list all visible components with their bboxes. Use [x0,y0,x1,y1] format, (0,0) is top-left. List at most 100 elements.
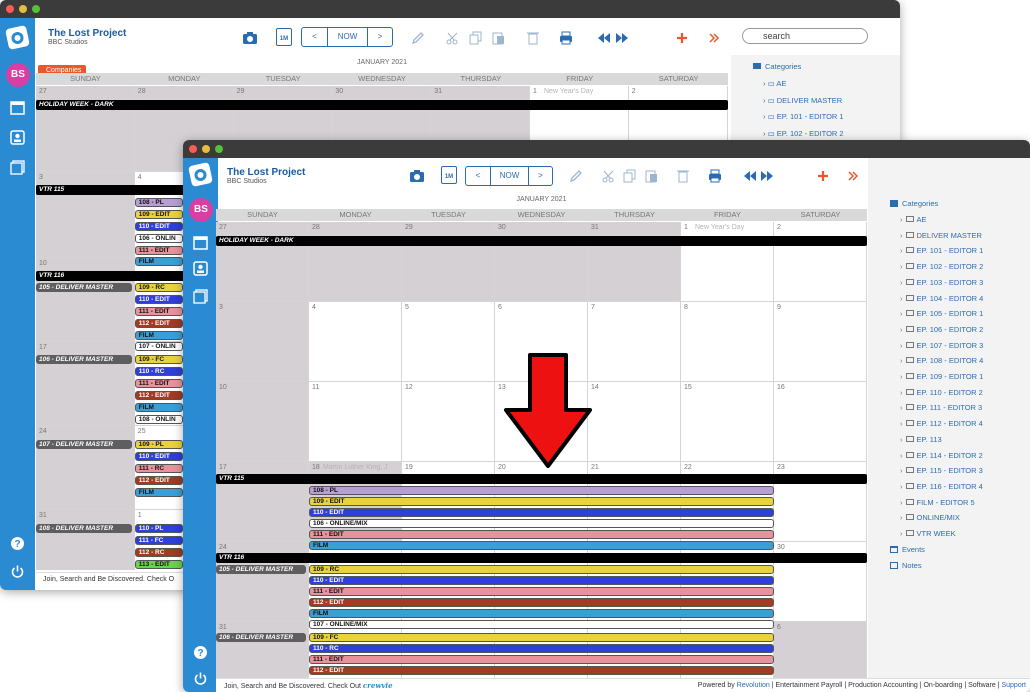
day-cell[interactable]: 3 [216,302,309,382]
fast-forward-icon[interactable] [759,168,775,184]
event-bar[interactable]: 112 - EDIT [134,391,183,400]
category-item[interactable]: › ▭ DELIVER MASTER [763,96,842,105]
trash-icon[interactable] [675,168,691,184]
next-button[interactable]: > [529,167,552,185]
category-item[interactable]: › EP. 101 - EDITOR 1 [900,246,983,255]
prev-button[interactable]: < [302,28,328,46]
event-bar[interactable]: 112 - EDIT [309,598,774,607]
category-item[interactable]: › FILM - EDITOR 5 [900,498,975,507]
crewvie-link[interactable]: crewvie [363,681,393,690]
category-item[interactable]: › EP. 105 - EDITOR 1 [900,309,983,318]
power-icon[interactable] [193,671,208,686]
event-bar[interactable]: 111 - RC [134,464,183,473]
event-bar[interactable]: 109 - PL [134,440,183,449]
category-item[interactable]: › DELIVER MASTER [900,231,982,240]
calendar-icon[interactable] [10,100,25,115]
event-bar[interactable]: 110 - EDIT [134,222,183,231]
day-cell[interactable]: 7 [588,302,681,382]
month-view-button[interactable]: 1M [441,166,457,184]
event-bar[interactable]: 110 - EDIT [309,508,774,517]
vtr116-band[interactable]: VTR 116 [216,553,867,563]
day-cell[interactable]: 11 [309,382,402,462]
deliver-master-tag[interactable]: 108 - DELIVER MASTER [36,524,132,533]
deliver-master-tag[interactable]: 106 - DELIVER MASTER [36,355,132,364]
category-item[interactable]: › EP. 114 - EDITOR 2 [900,451,983,460]
event-bar[interactable]: 112 - EDIT [134,476,183,485]
vtr115-band[interactable]: VTR 115 [216,474,867,484]
event-bar[interactable]: 111 - EDIT [309,530,774,539]
category-item[interactable]: › VTR WEEK [900,529,956,538]
event-bar[interactable]: 111 - EDIT [134,246,183,255]
day-cell[interactable]: 15 [681,382,774,462]
event-bar[interactable]: FILM [134,403,183,412]
category-item[interactable]: › EP. 102 - EDITOR 2 [900,262,983,271]
pencil-icon[interactable] [568,168,584,184]
day-cell[interactable]: 1 [681,222,774,302]
event-bar[interactable]: 109 - EDIT [309,497,774,506]
event-bar[interactable]: 108 - PL [134,198,183,207]
footer-links[interactable]: | Entertainment Payroll | Production Acc… [772,682,1000,689]
revolution-link[interactable]: Revolution [737,682,770,689]
now-button[interactable]: NOW [491,167,529,185]
event-bar[interactable]: 107 - ONLINE/MIX [309,620,774,629]
paste-icon[interactable] [490,30,506,46]
camera-icon[interactable] [242,30,258,46]
category-item[interactable]: › EP. 115 - EDITOR 3 [900,466,983,475]
add-icon[interactable] [674,30,690,46]
search-input[interactable]: search [742,28,868,44]
event-bar[interactable]: 107 - ONLIN [134,342,183,351]
day-cell[interactable]: 10 [216,382,309,462]
month-view-button[interactable]: 1M [276,28,292,46]
schedule-icon[interactable] [10,160,25,175]
category-item[interactable]: › AE [900,215,927,224]
category-item[interactable]: › EP. 106 - EDITOR 2 [900,325,983,334]
event-bar[interactable]: FILM [309,609,774,618]
event-bar[interactable]: 109 - RC [134,283,183,292]
event-bar[interactable]: 111 - EDIT [309,655,774,664]
event-bar[interactable]: 112 - EDIT [309,666,774,675]
pencil-icon[interactable] [410,30,426,46]
zoom-dot[interactable] [215,145,223,153]
category-item[interactable]: › EP. 103 - EDITOR 3 [900,278,983,287]
event-bar[interactable]: 110 - RC [309,644,774,653]
day-cell[interactable]: 27 [216,222,309,302]
print-icon[interactable] [707,168,723,184]
expand-panel-icon[interactable] [845,168,861,184]
paste-icon[interactable] [643,168,659,184]
holiday-week-band[interactable]: HOLIDAY WEEK - DARK [216,236,867,246]
avatar[interactable]: BS [6,63,30,87]
category-item[interactable]: › EP. 112 - EDITOR 4 [900,419,983,428]
event-bar[interactable]: 111 - EDIT [134,307,183,316]
fast-forward-icon[interactable] [614,30,630,46]
event-bar[interactable]: 110 - EDIT [134,452,183,461]
event-bar[interactable]: 111 - EDIT [309,587,774,596]
deliver-master-tag[interactable]: 106 - DELIVER MASTER [216,633,306,642]
day-cell[interactable]: 8 [681,302,774,382]
trash-icon[interactable] [525,30,541,46]
next-button[interactable]: > [368,28,392,46]
help-icon[interactable]: ? [193,645,208,660]
event-bar[interactable]: FILM [134,331,183,340]
now-button[interactable]: NOW [328,28,368,46]
day-cell[interactable]: 6 [774,622,867,678]
day-cell[interactable]: 12 [402,382,495,462]
day-cell[interactable]: 4 [309,302,402,382]
category-item[interactable]: › EP. 108 - EDITOR 4 [900,356,983,365]
day-cell[interactable]: 31 [216,622,309,678]
event-bar[interactable]: 111 - FC [134,536,183,545]
copy-icon[interactable] [468,30,484,46]
day-cell[interactable]: 2 [774,222,867,302]
category-item[interactable]: › EP. 116 - EDITOR 4 [900,482,983,491]
categories-header[interactable]: Categories [753,62,801,71]
add-icon[interactable] [815,168,831,184]
day-cell[interactable]: 14 [588,382,681,462]
event-bar[interactable]: 106 - ONLIN [134,234,183,243]
category-item[interactable]: › EP. 110 - EDITOR 2 [900,388,983,397]
schedule-icon[interactable] [193,289,208,304]
event-bar[interactable]: 110 - PL [134,524,183,533]
deliver-master-tag[interactable]: 105 - DELIVER MASTER [36,283,132,292]
category-item[interactable]: Events [890,545,925,554]
event-bar[interactable]: 112 - RC [134,548,183,557]
event-bar[interactable]: 109 - FC [309,633,774,642]
category-item[interactable]: › EP. 107 - EDITOR 3 [900,341,983,350]
